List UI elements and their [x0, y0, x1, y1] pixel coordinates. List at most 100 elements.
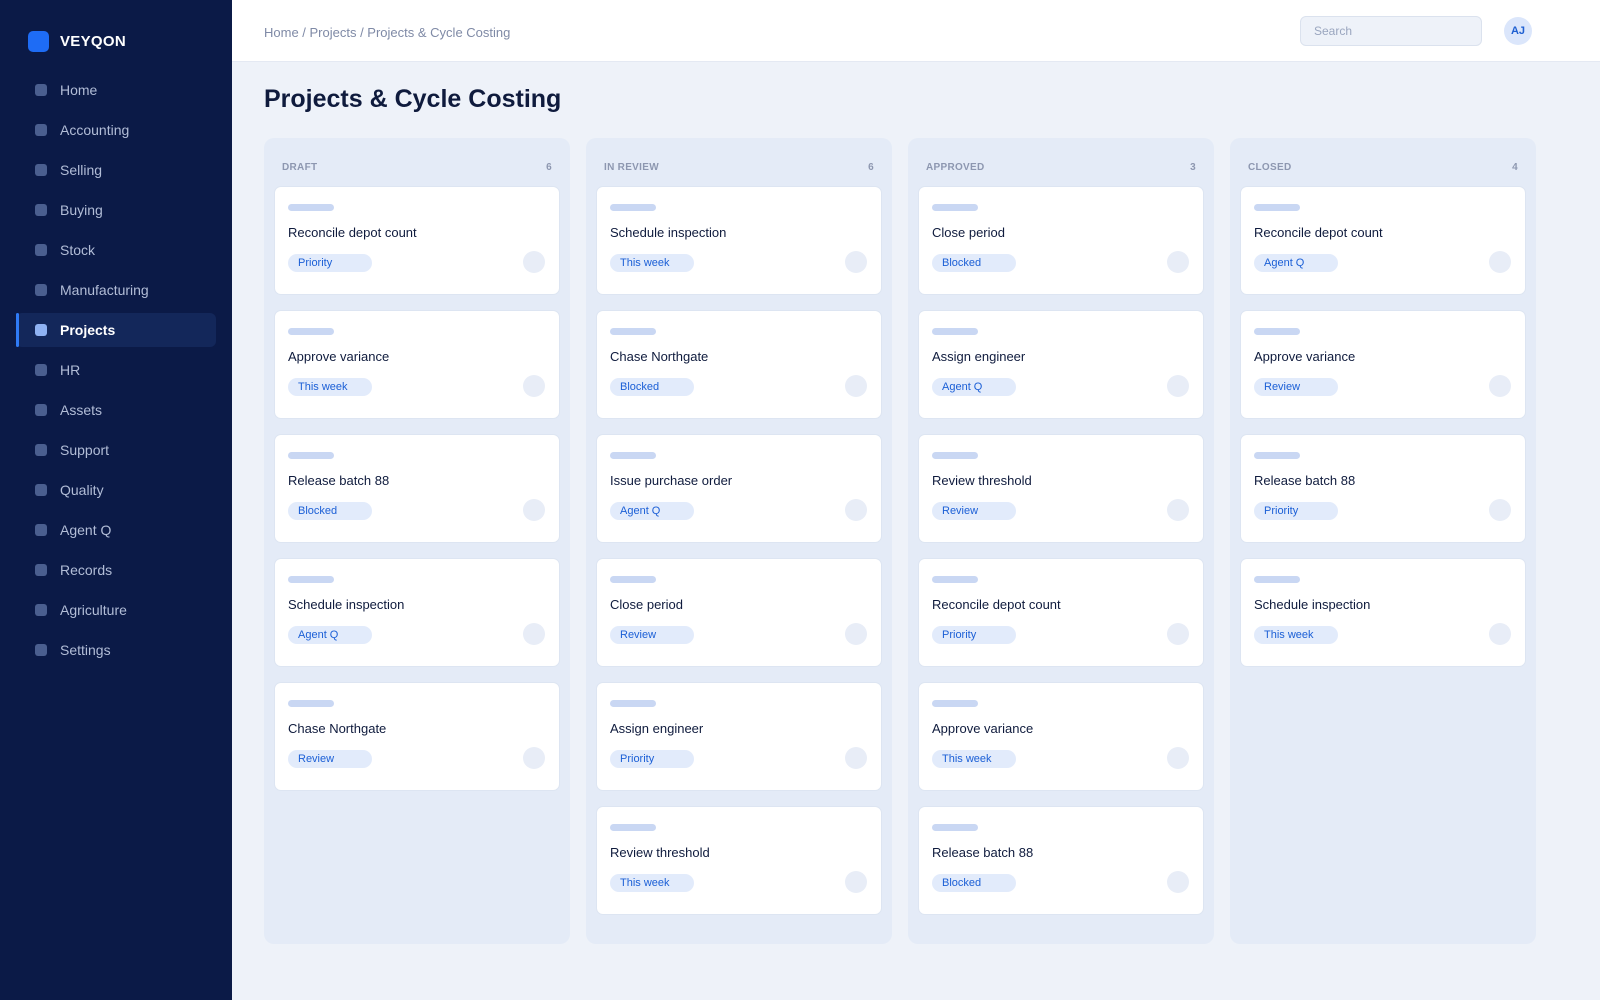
column-in-review: IN REVIEW 6 Schedule inspection This week Ch… — [586, 138, 892, 944]
assignee-avatar-icon[interactable] — [1167, 747, 1189, 769]
card-tag: Priority — [288, 254, 372, 272]
card-accent-bar — [932, 452, 978, 459]
brand-name: VEYQON — [60, 33, 126, 50]
task-card[interactable]: Approve variance This week — [918, 682, 1204, 791]
task-card[interactable]: Schedule inspection This week — [596, 186, 882, 295]
card-tag: This week — [610, 254, 694, 272]
card-accent-bar — [610, 452, 656, 459]
sidebar-item-quality[interactable]: Quality — [16, 473, 216, 507]
avatar[interactable]: AJ — [1504, 17, 1532, 45]
assignee-avatar-icon[interactable] — [845, 871, 867, 893]
sidebar-item-home[interactable]: Home — [16, 73, 216, 107]
assignee-avatar-icon[interactable] — [1489, 499, 1511, 521]
assignee-avatar-icon[interactable] — [1167, 871, 1189, 893]
kanban-board: DRAFT 6 Reconcile depot count Priority Appro… — [264, 138, 1552, 944]
assignee-avatar-icon[interactable] — [1489, 251, 1511, 273]
card-tag: This week — [610, 874, 694, 892]
agriculture-icon — [35, 604, 47, 616]
assignee-avatar-icon[interactable] — [1167, 251, 1189, 273]
card-tag: Blocked — [288, 502, 372, 520]
card-accent-bar — [932, 204, 978, 211]
task-card[interactable]: Release batch 88 Blocked — [274, 434, 560, 543]
task-card[interactable]: Issue purchase order Agent Q — [596, 434, 882, 543]
search-input[interactable] — [1300, 16, 1482, 46]
brand[interactable]: VEYQON — [28, 31, 126, 52]
breadcrumb[interactable]: Home / Projects / Projects & Cycle Costi… — [264, 25, 510, 40]
task-card[interactable]: Reconcile depot count Priority — [274, 186, 560, 295]
assignee-avatar-icon[interactable] — [1167, 623, 1189, 645]
column-header: CLOSED 4 — [1240, 148, 1526, 186]
assignee-avatar-icon[interactable] — [523, 623, 545, 645]
card-accent-bar — [610, 204, 656, 211]
sidebar-item-agriculture[interactable]: Agriculture — [16, 593, 216, 627]
card-title: Release batch 88 — [1254, 473, 1356, 488]
column-title: APPROVED — [926, 161, 985, 173]
assignee-avatar-icon[interactable] — [1167, 499, 1189, 521]
card-accent-bar — [932, 328, 978, 335]
assignee-avatar-icon[interactable] — [523, 375, 545, 397]
assignee-avatar-icon[interactable] — [523, 251, 545, 273]
sidebar-item-accounting[interactable]: Accounting — [16, 113, 216, 147]
column-header: APPROVED 3 — [918, 148, 1204, 186]
assignee-avatar-icon[interactable] — [523, 499, 545, 521]
assignee-avatar-icon[interactable] — [845, 623, 867, 645]
sidebar-item-label: HR — [60, 362, 81, 378]
sidebar-item-assets[interactable]: Assets — [16, 393, 216, 427]
sidebar-item-hr[interactable]: HR — [16, 353, 216, 387]
brand-logo-icon — [28, 31, 49, 52]
task-card[interactable]: Review threshold This week — [596, 806, 882, 915]
column-header: DRAFT 6 — [274, 148, 560, 186]
card-accent-bar — [1254, 452, 1300, 459]
sidebar-item-agent-q[interactable]: Agent Q — [16, 513, 216, 547]
sidebar-item-stock[interactable]: Stock — [16, 233, 216, 267]
sidebar-nav: Home Accounting Selling Buying Stock Manufact… — [16, 73, 216, 673]
card-title: Schedule inspection — [610, 225, 727, 240]
task-card[interactable]: Schedule inspection Agent Q — [274, 558, 560, 667]
task-card[interactable]: Close period Review — [596, 558, 882, 667]
sidebar-item-manufacturing[interactable]: Manufacturing — [16, 273, 216, 307]
sidebar-item-records[interactable]: Records — [16, 553, 216, 587]
card-title: Review threshold — [610, 845, 710, 860]
card-title: Approve variance — [288, 349, 390, 364]
assignee-avatar-icon[interactable] — [845, 499, 867, 521]
assignee-avatar-icon[interactable] — [1167, 375, 1189, 397]
card-title: Release batch 88 — [932, 845, 1034, 860]
task-card[interactable]: Close period Blocked — [918, 186, 1204, 295]
settings-icon — [35, 644, 47, 656]
hr-icon — [35, 364, 47, 376]
sidebar-item-label: Home — [60, 82, 98, 98]
sidebar-item-support[interactable]: Support — [16, 433, 216, 467]
task-card[interactable]: Reconcile depot count Priority — [918, 558, 1204, 667]
card-title: Approve variance — [932, 721, 1034, 736]
task-card[interactable]: Approve variance Review — [1240, 310, 1526, 419]
card-accent-bar — [932, 824, 978, 831]
sidebar-item-settings[interactable]: Settings — [16, 633, 216, 667]
card-tag: Review — [288, 750, 372, 768]
task-card[interactable]: Assign engineer Priority — [596, 682, 882, 791]
assignee-avatar-icon[interactable] — [1489, 375, 1511, 397]
sidebar-item-selling[interactable]: Selling — [16, 153, 216, 187]
task-card[interactable]: Release batch 88 Blocked — [918, 806, 1204, 915]
card-accent-bar — [288, 328, 334, 335]
task-card[interactable]: Assign engineer Agent Q — [918, 310, 1204, 419]
card-title: Release batch 88 — [288, 473, 390, 488]
sidebar-item-buying[interactable]: Buying — [16, 193, 216, 227]
task-card[interactable]: Review threshold Review — [918, 434, 1204, 543]
task-card[interactable]: Reconcile depot count Agent Q — [1240, 186, 1526, 295]
task-card[interactable]: Chase Northgate Blocked — [596, 310, 882, 419]
card-title: Review threshold — [932, 473, 1032, 488]
sidebar-item-projects[interactable]: Projects — [16, 313, 216, 347]
assignee-avatar-icon[interactable] — [845, 251, 867, 273]
assignee-avatar-icon[interactable] — [1489, 623, 1511, 645]
card-accent-bar — [288, 700, 334, 707]
task-card[interactable]: Approve variance This week — [274, 310, 560, 419]
assignee-avatar-icon[interactable] — [523, 747, 545, 769]
card-tag: Blocked — [932, 874, 1016, 892]
task-card[interactable]: Schedule inspection This week — [1240, 558, 1526, 667]
card-title: Assign engineer — [610, 721, 704, 736]
task-card[interactable]: Chase Northgate Review — [274, 682, 560, 791]
page-title: Projects & Cycle Costing — [264, 85, 562, 113]
assignee-avatar-icon[interactable] — [845, 747, 867, 769]
assignee-avatar-icon[interactable] — [845, 375, 867, 397]
task-card[interactable]: Release batch 88 Priority — [1240, 434, 1526, 543]
